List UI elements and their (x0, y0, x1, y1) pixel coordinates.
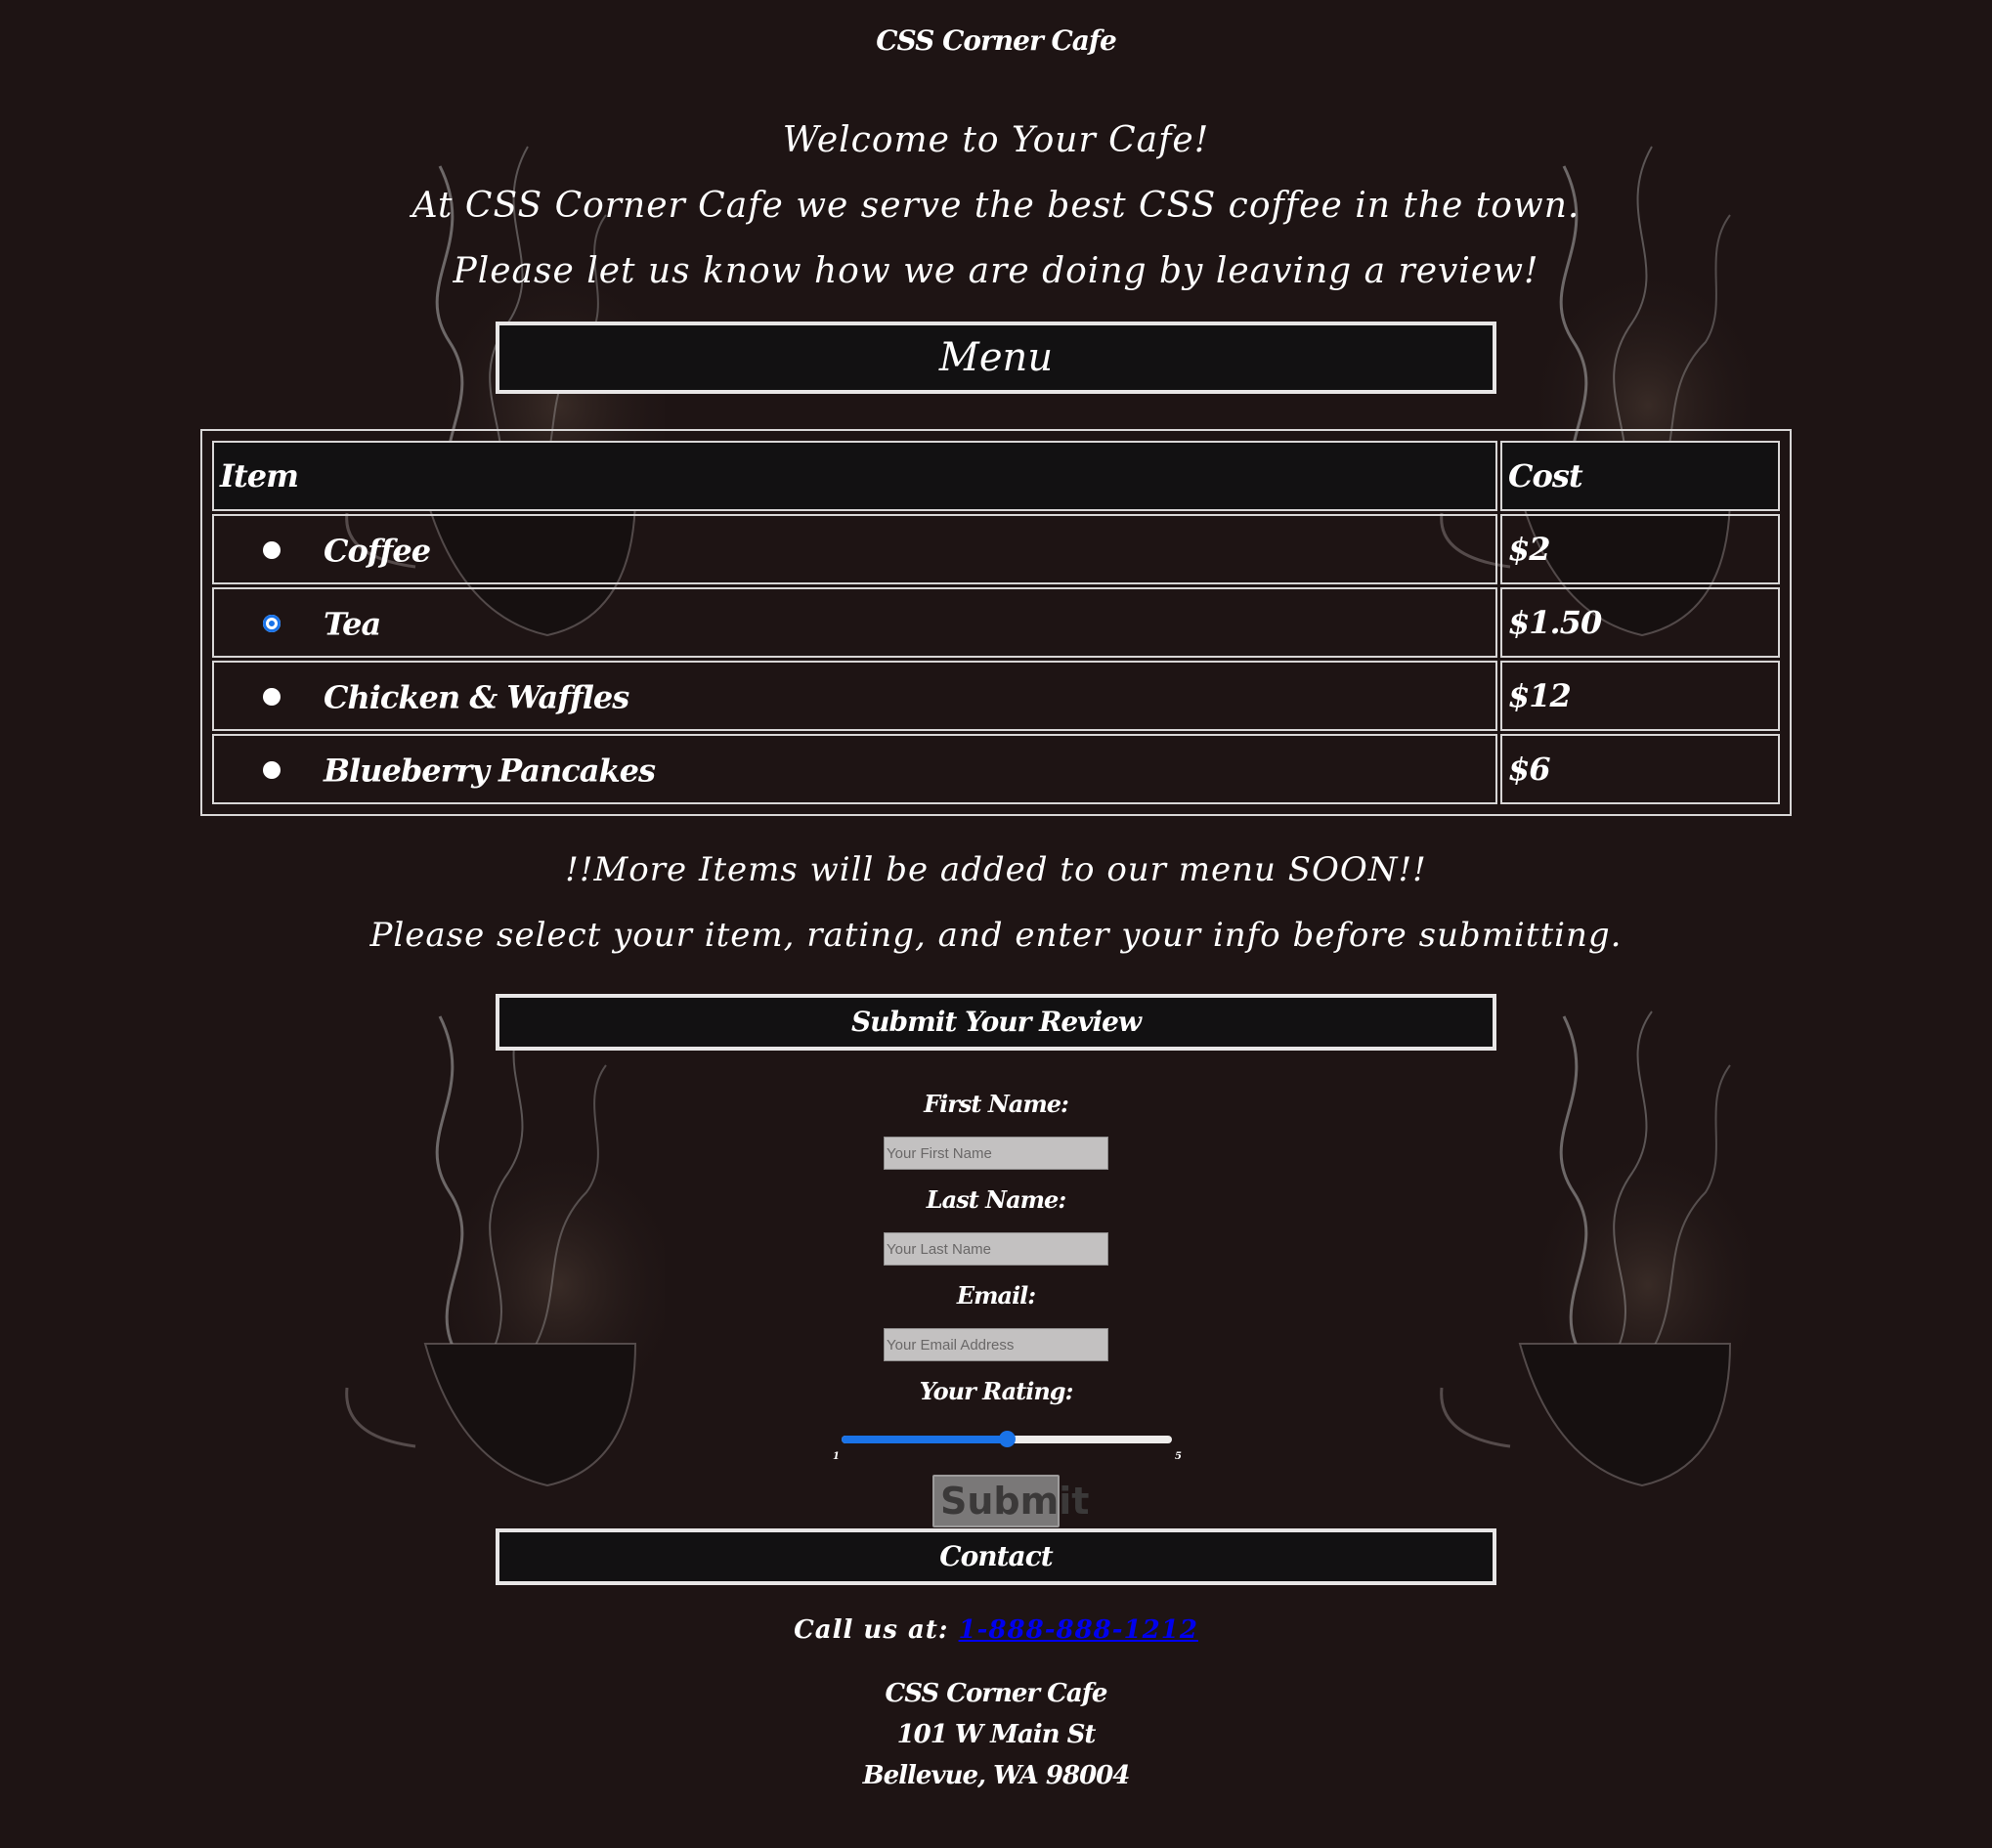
table-row: Tea $1.50 (212, 587, 1780, 658)
site-title: CSS Corner Cafe (876, 24, 1117, 57)
review-heading: Submit Your Review (496, 994, 1496, 1051)
first-name-field[interactable] (884, 1137, 1108, 1170)
menu-table-header-row: Item Cost (212, 441, 1780, 511)
rating-max-label: 5 (1175, 1451, 1182, 1462)
menu-item-label: Chicken & Waffles (324, 678, 629, 716)
call-us-line: Call us at: 1-888-888-1212 (0, 1611, 1992, 1650)
rating-min-label: 1 (833, 1451, 840, 1462)
menu-table: Item Cost Coffee $2 Tea $1.50 Chicken & … (209, 438, 1783, 807)
call-us-label: Call us at: (794, 1615, 949, 1645)
menu-item-radio-coffee[interactable] (263, 541, 281, 560)
review-form: First Name: Last Name: Email: Your Ratin… (801, 1084, 1191, 1527)
menu-item-radio-chicken-waffles[interactable] (263, 688, 281, 707)
menu-item-label: Coffee (324, 532, 431, 570)
menu-table-frame: Item Cost Coffee $2 Tea $1.50 Chicken & … (200, 429, 1792, 816)
menu-item-cost: $2 (1500, 514, 1780, 584)
submit-button[interactable]: Submit (932, 1475, 1089, 1527)
address-name: CSS Corner Cafe (885, 1679, 1108, 1708)
last-name-field[interactable] (884, 1232, 1108, 1266)
notice-section: !!More Items will be added to our menu S… (0, 838, 1992, 968)
rating-slider-fill (842, 1436, 1007, 1443)
review-prompt-text: Please let us know how we are doing by l… (453, 251, 1539, 291)
last-name-label: Last Name: (926, 1185, 1066, 1214)
first-name-label: First Name: (924, 1090, 1069, 1118)
address-city: Bellevue, WA 98004 (862, 1761, 1131, 1790)
intro-section: Welcome to Your Cafe! At CSS Corner Cafe… (0, 107, 1992, 304)
menu-item-cell: Coffee (212, 514, 1497, 584)
menu-item-cost: $6 (1500, 734, 1780, 804)
email-label: Email: (956, 1281, 1036, 1310)
menu-item-radio-blueberry-pancakes[interactable] (263, 761, 281, 780)
instructions-text: Please select your item, rating, and ent… (369, 916, 1623, 955)
table-row: Blueberry Pancakes $6 (212, 734, 1780, 804)
page-content: CSS Corner Cafe Welcome to Your Cafe! At… (0, 0, 1992, 1796)
menu-item-cell: Blueberry Pancakes (212, 734, 1497, 804)
menu-item-radio-tea[interactable] (263, 615, 281, 633)
menu-item-cost: $1.50 (1500, 587, 1780, 658)
phone-link[interactable]: 1-888-888-1212 (959, 1615, 1198, 1645)
rating-label: Your Rating: (919, 1377, 1074, 1405)
rating-slider[interactable]: 1 5 (820, 1424, 1182, 1473)
menu-item-cell: Chicken & Waffles (212, 661, 1497, 731)
email-field[interactable] (884, 1328, 1108, 1361)
rating-slider-thumb[interactable] (999, 1431, 1016, 1447)
rating-slider-track[interactable] (842, 1431, 1172, 1447)
menu-item-label: Tea (324, 605, 381, 643)
address-street: 101 W Main St (896, 1720, 1097, 1749)
table-row: Coffee $2 (212, 514, 1780, 584)
menu-item-cost: $12 (1500, 661, 1780, 731)
address-block: CSS Corner Cafe 101 W Main St Bellevue, … (0, 1673, 1992, 1796)
tagline-text: At CSS Corner Cafe we serve the best CSS… (411, 186, 1581, 226)
more-items-notice: !!More Items will be added to our menu S… (565, 850, 1427, 889)
item-column-header: Item (212, 441, 1497, 511)
contact-heading: Contact (496, 1528, 1496, 1585)
menu-heading: Menu (496, 322, 1496, 394)
table-row: Chicken & Waffles $12 (212, 661, 1780, 731)
menu-item-cell: Tea (212, 587, 1497, 658)
menu-item-label: Blueberry Pancakes (324, 752, 656, 790)
welcome-heading: Welcome to Your Cafe! (782, 120, 1210, 160)
cost-column-header: Cost (1500, 441, 1780, 511)
